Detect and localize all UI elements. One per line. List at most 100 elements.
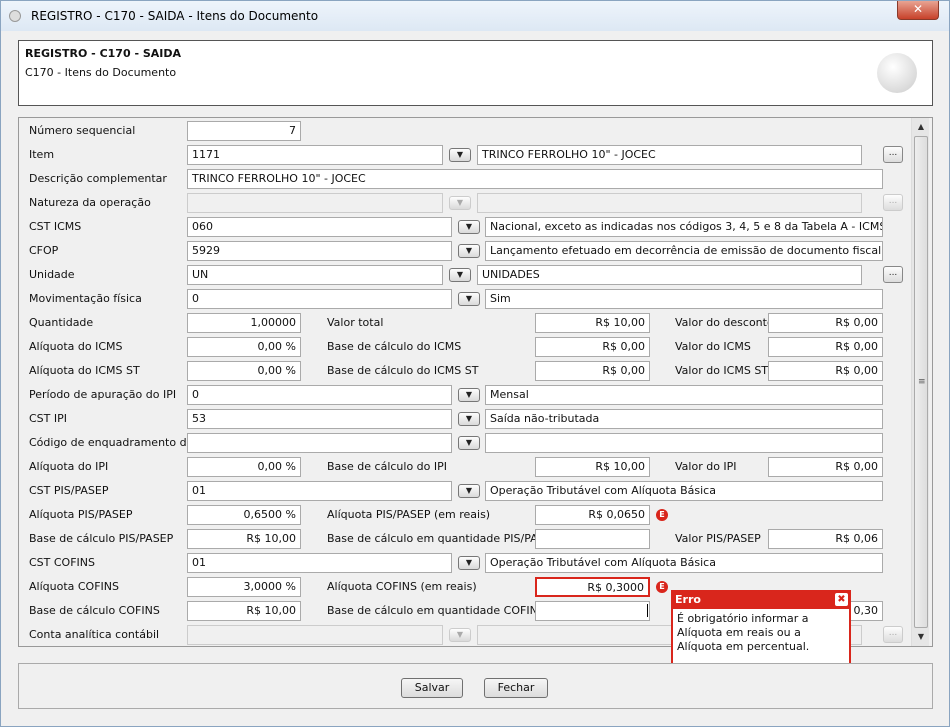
numero-sequencial-input[interactable]: 7 [187,121,301,141]
error-badge-icon[interactable]: E [656,509,668,521]
aliquota-pis-input[interactable]: 0,6500 % [187,505,301,525]
valor-pis-input[interactable]: R$ 0,06 [768,529,883,549]
window-close-button[interactable]: ✕ [897,1,939,20]
natureza-dropdown-icon[interactable]: ▼ [449,196,471,210]
quantidade-input[interactable]: 1,00000 [187,313,301,333]
cst-cofins-dropdown-icon[interactable]: ▼ [458,556,480,570]
label-aliquota-pis-reais: Alíquota PIS/PASEP (em reais) [327,508,491,521]
label-natureza-operacao: Natureza da operação [29,196,151,209]
cst-pis-code-input[interactable]: 01 [187,481,452,501]
label-unidade: Unidade [29,268,75,281]
label-codigo-enquadramento-ipi: Código de enquadramento do IPI [29,436,210,449]
cod-enq-ipi-dropdown-icon[interactable]: ▼ [458,436,480,450]
label-valor-ipi: Valor do IPI [675,460,737,473]
aliquota-icms-st-input[interactable]: 0,00 % [187,361,301,381]
cst-cofins-code-input[interactable]: 01 [187,553,452,573]
conta-contabil-dropdown-icon[interactable]: ▼ [449,628,471,642]
item-dropdown-icon[interactable]: ▼ [449,148,471,162]
cst-icms-code-input[interactable]: 060 [187,217,452,237]
natureza-description-input[interactable] [477,193,862,213]
cst-cofins-description-input[interactable]: Operação Tributável com Alíquota Básica [485,553,883,573]
unidade-lookup-button[interactable]: ... [883,266,903,283]
label-aliquota-icms-st: Alíquota do ICMS ST [29,364,140,377]
label-valor-total: Valor total [327,316,384,329]
aliquota-cofins-reais-input[interactable]: R$ 0,3000 [535,577,650,597]
cst-ipi-description-input[interactable]: Saída não-tributada [485,409,883,429]
label-periodo-ipi: Período de apuração do IPI [29,388,177,401]
error-close-icon[interactable]: ✖ [835,593,848,606]
form-header: REGISTRO - C170 - SAIDA C170 - Itens do … [18,40,933,106]
cst-pis-description-input[interactable]: Operação Tributável com Alíquota Básica [485,481,883,501]
unidade-dropdown-icon[interactable]: ▼ [449,268,471,282]
scroll-up-icon[interactable]: ▲ [914,120,928,134]
cfop-description-input[interactable]: Lançamento efetuado em decorrência de em… [485,241,883,261]
label-base-icms: Base de cálculo do ICMS [327,340,462,353]
label-valor-pis: Valor PIS/PASEP [675,532,761,545]
label-cst-ipi: CST IPI [29,412,68,425]
valor-ipi-input[interactable]: R$ 0,00 [768,457,883,477]
scroll-grip-icon: ≡ [918,377,926,387]
item-code-input[interactable]: 1171 [187,145,443,165]
valor-total-input[interactable]: R$ 10,00 [535,313,650,333]
save-button[interactable]: Salvar [401,678,463,698]
aliquota-ipi-input[interactable]: 0,00 % [187,457,301,477]
label-conta-contabil: Conta analítica contábil [29,628,160,641]
label-valor-desconto: Valor do desconto [675,316,774,329]
periodo-ipi-description-input[interactable]: Mensal [485,385,883,405]
periodo-ipi-code-input[interactable]: 0 [187,385,452,405]
close-button[interactable]: Fechar [484,678,548,698]
label-quantidade: Quantidade [29,316,94,329]
aliquota-icms-input[interactable]: 0,00 % [187,337,301,357]
movimentacao-dropdown-icon[interactable]: ▼ [458,292,480,306]
header-subtitle: C170 - Itens do Documento [25,66,177,79]
unidade-code-input[interactable]: UN [187,265,443,285]
label-base-cofins: Base de cálculo COFINS [29,604,160,617]
base-icms-input[interactable]: R$ 0,00 [535,337,650,357]
cfop-code-input[interactable]: 5929 [187,241,452,261]
error-badge-icon[interactable]: E [656,581,668,593]
cod-enq-ipi-description-input[interactable] [485,433,883,453]
valor-desconto-input[interactable]: R$ 0,00 [768,313,883,333]
descricao-complementar-input[interactable]: TRINCO FERROLHO 10" - JOCEC [187,169,883,189]
base-ipi-input[interactable]: R$ 10,00 [535,457,650,477]
periodo-ipi-dropdown-icon[interactable]: ▼ [458,388,480,402]
base-qtd-cofins-input[interactable] [535,601,650,621]
label-aliquota-cofins-reais: Alíquota COFINS (em reais) [327,580,477,593]
label-aliquota-ipi: Alíquota do IPI [29,460,109,473]
unidade-description-input[interactable]: UNIDADES [477,265,862,285]
aliquota-pis-reais-input[interactable]: R$ 0,0650 [535,505,650,525]
natureza-lookup-button[interactable]: ... [883,194,903,211]
label-movimentacao-fisica: Movimentação física [29,292,142,305]
label-base-icms-st: Base de cálculo do ICMS ST [327,364,479,377]
movimentacao-code-input[interactable]: 0 [187,289,452,309]
item-description-input[interactable]: TRINCO FERROLHO 10" - JOCEC [477,145,862,165]
label-cst-cofins: CST COFINS [29,556,95,569]
base-qtd-pis-input[interactable] [535,529,650,549]
cst-ipi-dropdown-icon[interactable]: ▼ [458,412,480,426]
base-pis-input[interactable]: R$ 10,00 [187,529,301,549]
window-title: REGISTRO - C170 - SAIDA - Itens do Docum… [31,9,319,23]
conta-contabil-lookup-button[interactable]: ... [883,626,903,643]
cst-pis-dropdown-icon[interactable]: ▼ [458,484,480,498]
cfop-dropdown-icon[interactable]: ▼ [458,244,480,258]
conta-contabil-code-input[interactable] [187,625,443,645]
text-caret [647,604,648,617]
scroll-thumb[interactable]: ≡ [914,136,928,628]
valor-icms-st-input[interactable]: R$ 0,00 [768,361,883,381]
aliquota-cofins-input[interactable]: 3,0000 % [187,577,301,597]
natureza-code-input[interactable] [187,193,443,213]
cst-icms-description-input[interactable]: Nacional, exceto as indicadas nos código… [485,217,883,237]
cst-ipi-code-input[interactable]: 53 [187,409,452,429]
base-cofins-input[interactable]: R$ 10,00 [187,601,301,621]
valor-icms-input[interactable]: R$ 0,00 [768,337,883,357]
header-title: REGISTRO - C170 - SAIDA [25,47,182,60]
base-icms-st-input[interactable]: R$ 0,00 [535,361,650,381]
app-icon [9,10,21,22]
scroll-down-icon[interactable]: ▼ [914,630,928,644]
movimentacao-description-input[interactable]: Sim [485,289,883,309]
vertical-scrollbar[interactable]: ▲ ≡ ▼ [911,118,929,646]
cst-icms-dropdown-icon[interactable]: ▼ [458,220,480,234]
label-aliquota-cofins: Alíquota COFINS [29,580,119,593]
cod-enq-ipi-code-input[interactable] [187,433,452,453]
item-lookup-button[interactable]: ... [883,146,903,163]
